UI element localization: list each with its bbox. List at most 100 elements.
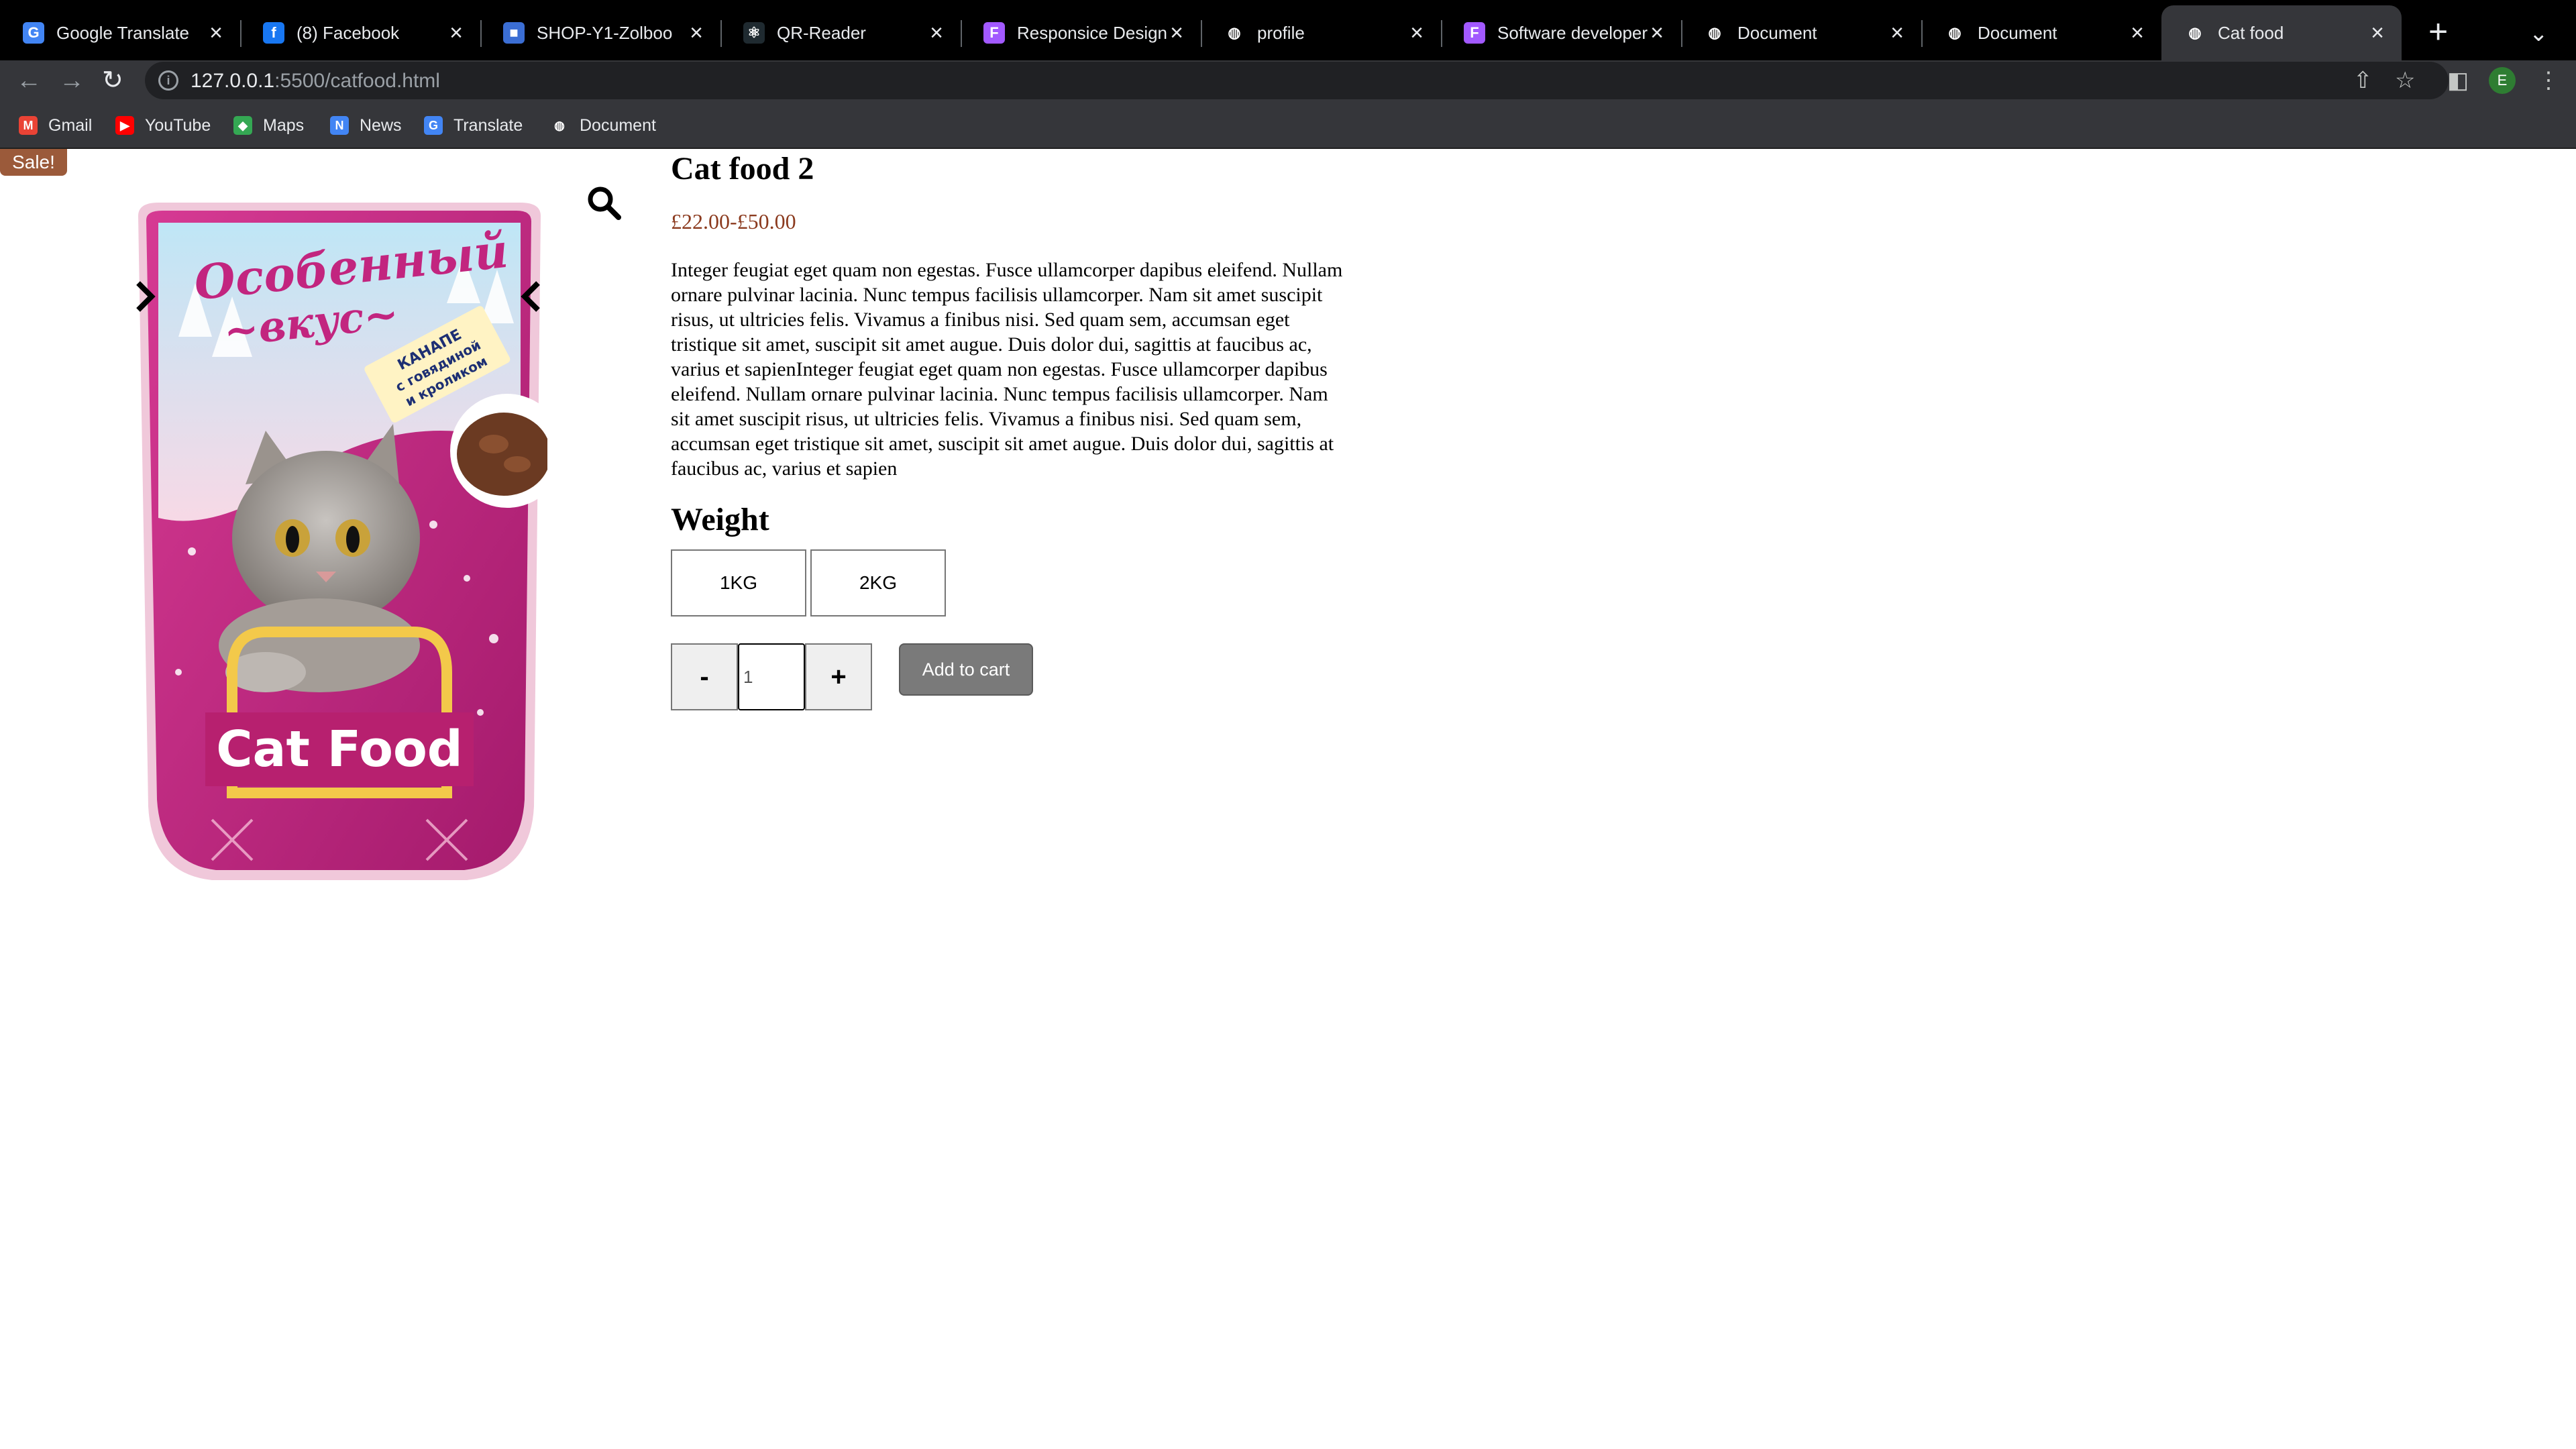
quantity-decrease-button[interactable]: - [671, 643, 738, 710]
tab-search-chevron-icon[interactable]: ⌄ [2529, 20, 2548, 47]
tab-7[interactable]: F Software developer × [1441, 5, 1681, 60]
tab-close-icon[interactable]: × [449, 21, 463, 44]
bookmarks-bar: M Gmail ▶ YouTube ◆ Maps N News G Translate ◍ Docum… [0, 101, 2576, 149]
gallery-next-arrow-icon[interactable] [518, 276, 545, 317]
facebook-icon: f [263, 22, 284, 44]
tab-separator [1201, 20, 1202, 47]
product-page: Sale! Особенный ~вкус~ КАНАПЕ с говядино… [0, 149, 2576, 1449]
product-description: Integer feugiat eget quam non egestas. F… [671, 259, 1343, 480]
tab-close-icon[interactable]: × [1890, 21, 1904, 44]
tab-9[interactable]: ◍ Document × [1921, 5, 2161, 60]
profile-avatar[interactable]: E [2489, 67, 2516, 94]
tab-close-icon[interactable]: × [930, 21, 943, 44]
more-menu-icon[interactable]: ⋮ [2537, 67, 2560, 94]
sale-badge: Sale! [0, 149, 67, 176]
classroom-icon: ■ [503, 22, 525, 44]
tab-5[interactable]: F Responsice Design × [961, 5, 1201, 60]
maps-icon: ◆ [233, 116, 252, 135]
youtube-icon: ▶ [115, 116, 134, 135]
bookmark-gmail[interactable]: M Gmail [19, 114, 92, 137]
figma-icon: F [983, 22, 1005, 44]
new-tab-plus-icon[interactable]: + [2428, 15, 2448, 48]
product-price: £22.00-£50.00 [671, 209, 796, 233]
bookmark-label: Document [580, 115, 656, 135]
tab-4[interactable]: ⚛ QR-Reader × [720, 5, 961, 60]
site-info-icon[interactable]: i [158, 70, 178, 91]
figma-icon: F [1464, 22, 1485, 44]
bookmark-label: Maps [263, 115, 305, 135]
browser-toolbar: ← → ↻ i 127.0.0.1:5500/catfood.html ⇧ ☆ … [0, 60, 2576, 101]
tab-separator [1681, 20, 1682, 47]
share-icon[interactable]: ⇧ [2353, 67, 2373, 94]
bookmark-star-icon[interactable]: ☆ [2395, 67, 2415, 94]
tab-10[interactable]: ◍ Cat food × [2161, 5, 2402, 60]
forward-arrow-icon[interactable]: → [59, 66, 85, 95]
tab-separator [240, 20, 241, 47]
tab-separator [961, 20, 962, 47]
tab-2[interactable]: f (8) Facebook × [240, 5, 480, 60]
zoom-magnifier-icon[interactable] [585, 184, 623, 221]
add-to-cart-row: - + Add to cart [671, 643, 1355, 710]
translate-icon: G [23, 22, 44, 44]
bookmark-news[interactable]: N News [330, 114, 402, 137]
address-bar[interactable]: i 127.0.0.1:5500/catfood.html [145, 62, 2449, 99]
url-host: 127.0.0.1 [191, 70, 275, 92]
tab-close-icon[interactable]: × [1410, 21, 1424, 44]
tab-3[interactable]: ■ SHOP-Y1-Zolboo × [480, 5, 720, 60]
product-image: Особенный ~вкус~ КАНАПЕ с говядиной и кр… [138, 203, 547, 880]
tab-close-icon[interactable]: × [1170, 21, 1183, 44]
tab-strip: G Google Translate × f (8) Facebook × ■ SHOP-Y1… [0, 0, 2576, 60]
tab-title: profile [1257, 22, 1305, 43]
globe-icon: ◍ [2184, 22, 2206, 44]
translate-icon: G [424, 116, 443, 135]
quantity-increase-button[interactable]: + [805, 643, 872, 710]
add-to-cart-button[interactable]: Add to cart [899, 643, 1033, 696]
tab-close-icon[interactable]: × [690, 21, 703, 44]
globe-icon: ◍ [550, 116, 569, 135]
weight-option-2kg[interactable]: 2KG [810, 549, 946, 616]
reload-icon[interactable]: ↻ [102, 66, 123, 95]
globe-icon: ◍ [1224, 22, 1245, 44]
bookmark-maps[interactable]: ◆ Maps [233, 114, 304, 137]
url-text[interactable]: 127.0.0.1:5500/catfood.html [191, 70, 440, 93]
package-label-text: Cat Food [216, 720, 463, 778]
gallery-prev-arrow-icon[interactable] [131, 276, 158, 317]
bookmark-label: YouTube [145, 115, 211, 135]
bookmark-translate[interactable]: G Translate [424, 114, 523, 137]
tab-separator [1921, 20, 1923, 47]
tab-close-icon[interactable]: × [2371, 21, 2384, 44]
tab-6[interactable]: ◍ profile × [1201, 5, 1441, 60]
weight-option-1kg[interactable]: 1KG [671, 549, 806, 616]
globe-icon: ◍ [1704, 22, 1725, 44]
tab-close-icon[interactable]: × [1650, 21, 1664, 44]
globe-icon: ◍ [1944, 22, 1966, 44]
back-arrow-icon[interactable]: ← [16, 66, 42, 95]
tab-8[interactable]: ◍ Document × [1681, 5, 1921, 60]
side-panel-icon[interactable]: ◧ [2447, 67, 2469, 94]
tab-title: Document [1737, 22, 1817, 43]
product-summary: Cat food 2 £22.00-£50.00 Integer feugiat… [671, 149, 1355, 710]
news-icon: N [330, 116, 349, 135]
tab-1[interactable]: G Google Translate × [0, 5, 240, 60]
tab-title: Document [1978, 22, 2057, 43]
tab-title: SHOP-Y1-Zolboo [537, 22, 673, 43]
tab-title: QR-Reader [777, 22, 866, 43]
product-title: Cat food 2 [671, 151, 814, 186]
bookmark-label: Translate [453, 115, 523, 135]
tab-separator [720, 20, 722, 47]
bookmark-document[interactable]: ◍ Document [550, 114, 656, 137]
tab-title: Google Translate [56, 22, 190, 43]
tab-title: (8) Facebook [297, 22, 400, 43]
bookmark-label: Gmail [48, 115, 93, 135]
weight-options: 1KG 2KG [671, 549, 1355, 616]
gmail-icon: M [19, 116, 38, 135]
bookmark-youtube[interactable]: ▶ YouTube [115, 114, 211, 137]
tab-title: Cat food [2218, 22, 2284, 43]
url-path: :5500/catfood.html [274, 70, 440, 92]
tab-separator [1441, 20, 1442, 47]
tab-title: Responsice Design [1017, 22, 1168, 43]
tab-close-icon[interactable]: × [209, 21, 223, 44]
tab-title: Software developer [1497, 22, 1648, 43]
tab-close-icon[interactable]: × [2131, 21, 2144, 44]
quantity-input[interactable] [738, 643, 805, 710]
